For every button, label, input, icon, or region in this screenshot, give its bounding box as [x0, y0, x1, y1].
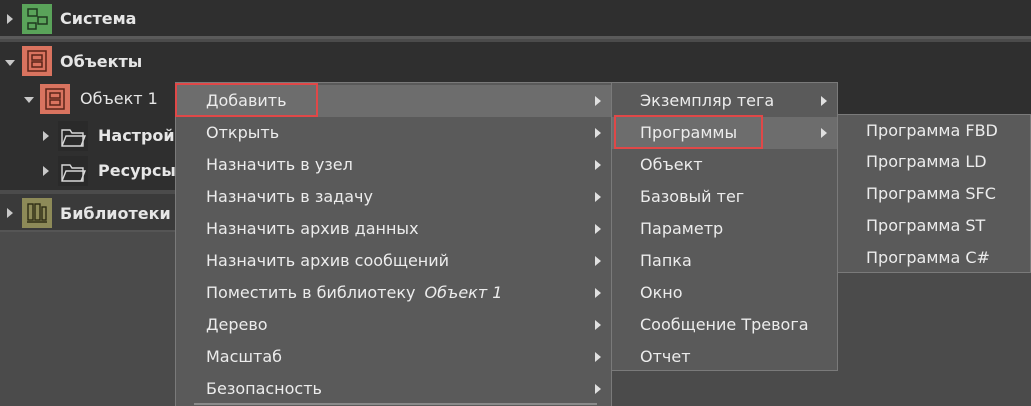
submenu-arrow-icon — [595, 96, 601, 106]
menu-item-label: Назначить в задачу — [206, 187, 373, 206]
menu-item-label: Назначить архив сообщений — [206, 251, 450, 270]
menu-item-alarm-message[interactable]: Сообщение Тревога — [612, 309, 837, 341]
menu-item-label: Безопасность — [206, 379, 322, 398]
collapse-arrow-icon[interactable] — [5, 60, 15, 66]
library-icon — [22, 198, 52, 228]
menu-item-security[interactable]: Безопасность — [176, 373, 611, 405]
menu-item-label: Назначить в узел — [206, 155, 353, 174]
menu-item-place-in-library[interactable]: Поместить в библиотеку Объект 1 — [176, 277, 611, 309]
menu-item-program-sfc[interactable]: Программа SFC — [838, 178, 1030, 210]
menu-item-tree[interactable]: Дерево — [176, 309, 611, 341]
menu-item-label-main: Поместить в библиотеку — [206, 283, 416, 302]
submenu-arrow-icon — [595, 224, 601, 234]
submenu-arrow-icon — [821, 128, 827, 138]
submenu-arrow-icon — [595, 160, 601, 170]
menu-item-assign-task[interactable]: Назначить в задачу — [176, 181, 611, 213]
expand-arrow-icon[interactable] — [7, 208, 13, 218]
menu-item-object[interactable]: Объект — [612, 149, 837, 181]
object-icon — [40, 84, 70, 114]
submenu-arrow-icon — [595, 320, 601, 330]
tree-label-biblioteki: Библиотеки — [60, 204, 171, 223]
submenu-arrow-icon — [595, 384, 601, 394]
menu-item-label: Программа ST — [866, 216, 986, 235]
expand-arrow-icon[interactable] — [43, 166, 49, 176]
tree-row-obekty[interactable]: Объекты — [0, 42, 1031, 80]
submenu-arrow-icon — [595, 192, 601, 202]
menu-item-folder[interactable]: Папка — [612, 245, 837, 277]
menu-item-scale[interactable]: Масштаб — [176, 341, 611, 373]
menu-item-label: Окно — [640, 283, 683, 302]
tree-label-nastroiki: Настройк — [98, 126, 186, 145]
menu-item-label: Назначить архив данных — [206, 219, 419, 238]
submenu-arrow-icon — [821, 96, 827, 106]
menu-item-assign-message-archive[interactable]: Назначить архив сообщений — [176, 245, 611, 277]
highlight-box-programs — [614, 115, 763, 149]
menu-item-program-st[interactable]: Программа ST — [838, 210, 1030, 242]
menu-item-program-ld[interactable]: Программа LD — [838, 146, 1030, 178]
menu-item-parameter[interactable]: Параметр — [612, 213, 837, 245]
menu-item-label: Папка — [640, 251, 692, 270]
folder-icon — [58, 156, 88, 186]
submenu-arrow-icon — [595, 128, 601, 138]
folder-icon — [58, 121, 88, 151]
submenu-arrow-icon — [595, 352, 601, 362]
expand-arrow-icon[interactable] — [7, 14, 13, 24]
tree-label-obekt1: Объект 1 — [80, 89, 158, 108]
menu-item-program-fbd[interactable]: Программа FBD — [838, 115, 1030, 147]
menu-item-label: Объект — [640, 155, 703, 174]
menu-item-label: Программа SFC — [866, 184, 996, 203]
menu-item-label: Программа LD — [866, 152, 987, 171]
menu-item-window[interactable]: Окно — [612, 277, 837, 309]
menu-item-label-suffix: Объект 1 — [424, 283, 503, 302]
menu-item-label: Открыть — [206, 123, 280, 142]
menu-item-label: Программа C# — [866, 248, 990, 267]
context-menu: Добавить Открыть Назначить в узел Назнач… — [175, 82, 612, 406]
menu-item-assign-node[interactable]: Назначить в узел — [176, 149, 611, 181]
menu-item-label: Параметр — [640, 219, 724, 238]
tree-label-resursy: Ресурсы — [98, 161, 176, 180]
submenu-arrow-icon — [595, 288, 601, 298]
menu-item-open[interactable]: Открыть — [176, 117, 611, 149]
submenu-arrow-icon — [595, 256, 601, 266]
menu-item-tag-instance[interactable]: Экземпляр тега — [612, 85, 837, 117]
tree-label-sistema: Система — [60, 9, 137, 28]
tree-label-obekty: Объекты — [60, 52, 143, 71]
highlight-box-add — [175, 83, 318, 117]
menu-item-base-tag[interactable]: Базовый тег — [612, 181, 837, 213]
collapse-arrow-icon[interactable] — [24, 97, 34, 103]
programs-submenu: Программа FBD Программа LD Программа SFC… — [837, 114, 1031, 273]
menu-item-label: Масштаб — [206, 347, 283, 366]
objects-icon — [22, 46, 52, 76]
menu-item-label: Поместить в библиотеку Объект 1 — [206, 283, 502, 302]
menu-item-label: Сообщение Тревога — [640, 315, 809, 334]
menu-separator — [194, 403, 597, 405]
expand-arrow-icon[interactable] — [43, 131, 49, 141]
tree-row-sistema[interactable]: Система — [0, 0, 1031, 39]
menu-item-label: Базовый тег — [640, 187, 745, 206]
menu-item-program-csharp[interactable]: Программа C# — [838, 242, 1030, 274]
menu-item-label: Программа FBD — [866, 121, 998, 140]
system-icon — [22, 4, 52, 34]
menu-item-label: Дерево — [206, 315, 268, 334]
menu-item-label: Отчет — [640, 347, 691, 366]
menu-item-label: Экземпляр тега — [640, 91, 775, 110]
menu-item-assign-data-archive[interactable]: Назначить архив данных — [176, 213, 611, 245]
menu-item-report[interactable]: Отчет — [612, 341, 837, 373]
